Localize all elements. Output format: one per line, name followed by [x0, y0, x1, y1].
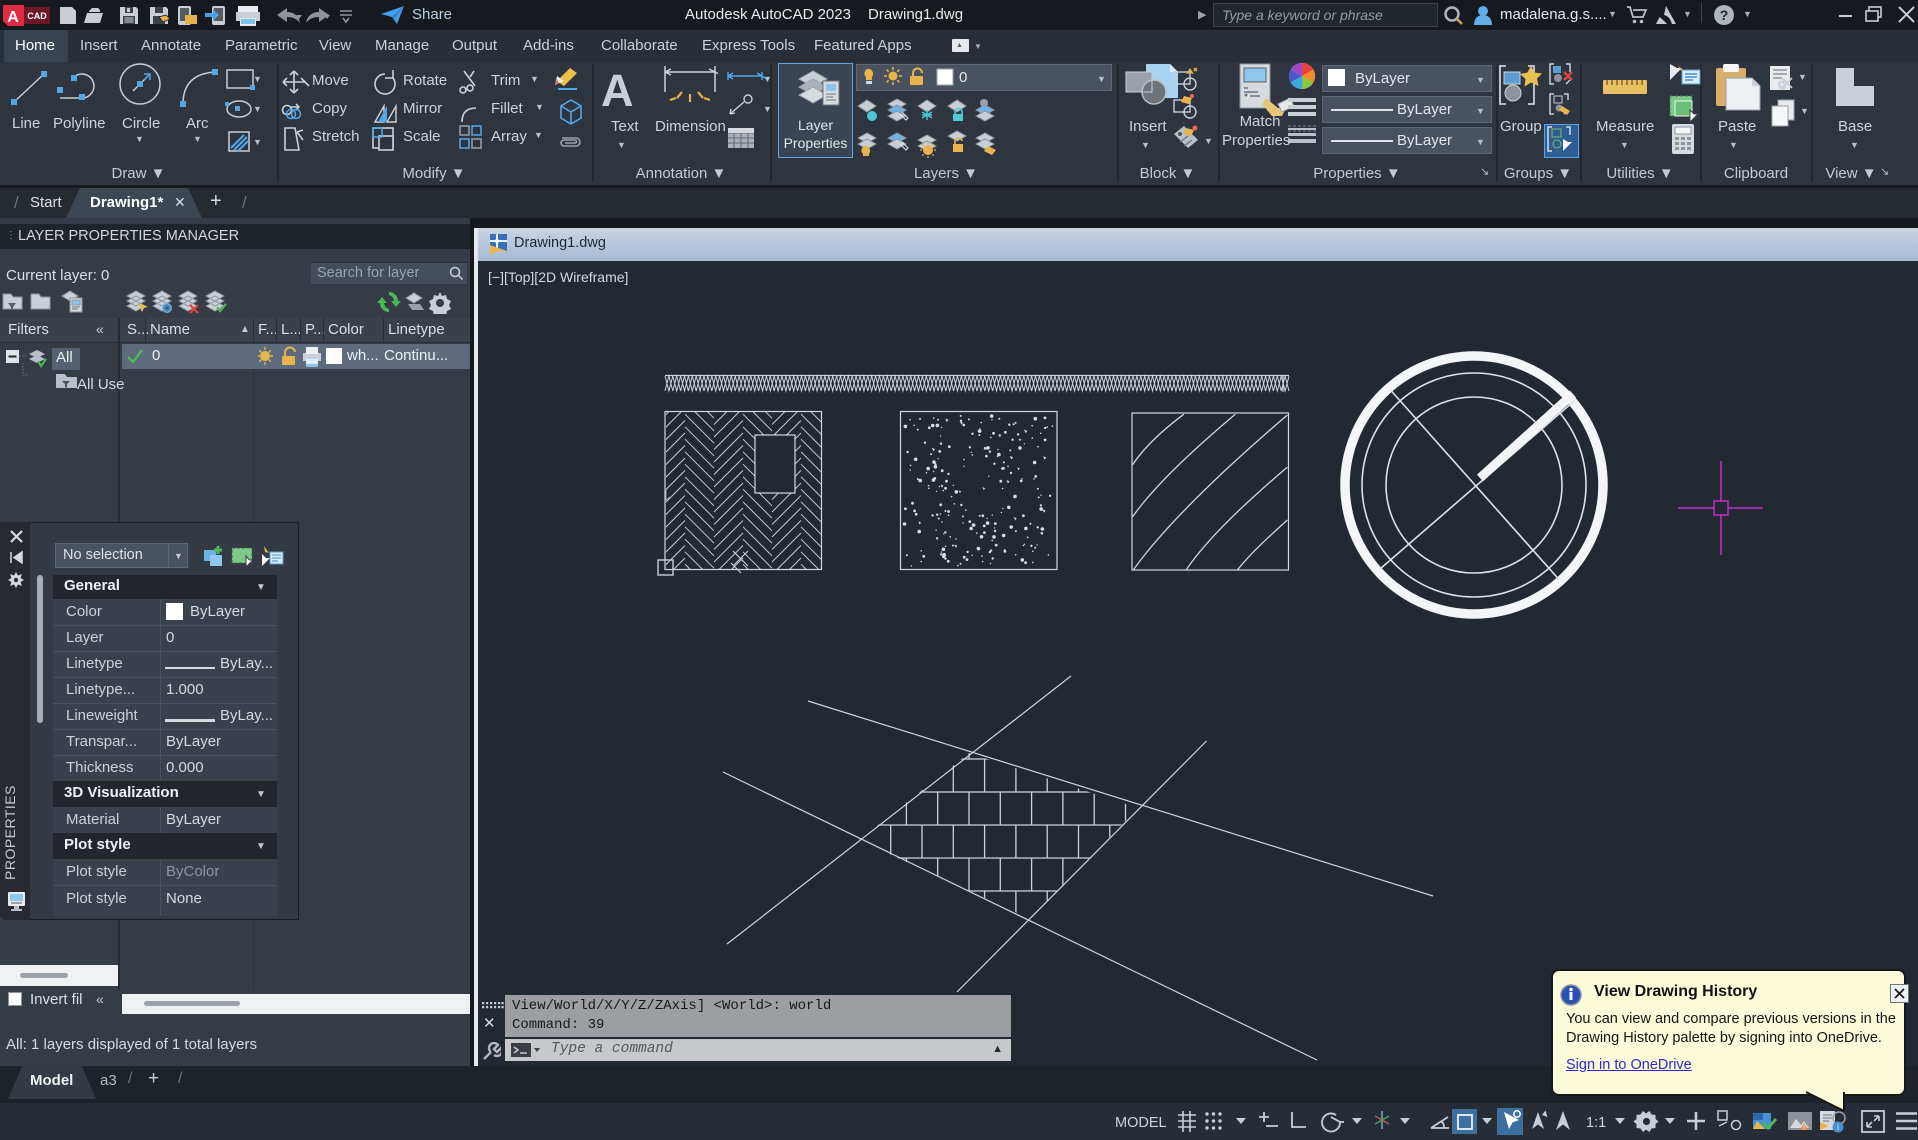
svg-text:1:1: 1:1 — [1586, 1115, 1606, 1131]
svg-text:▼: ▼ — [253, 74, 262, 84]
svg-text:▼: ▼ — [253, 137, 262, 147]
svg-text:?: ? — [1720, 7, 1729, 23]
svg-text:CAD: CAD — [27, 11, 47, 21]
svg-text:MODEL: MODEL — [1115, 1115, 1167, 1131]
svg-text:i: i — [1837, 1123, 1839, 1132]
svg-text:▼: ▼ — [253, 104, 262, 114]
svg-text:!: ! — [1803, 1125, 1805, 1132]
svg-text:A: A — [7, 9, 19, 26]
